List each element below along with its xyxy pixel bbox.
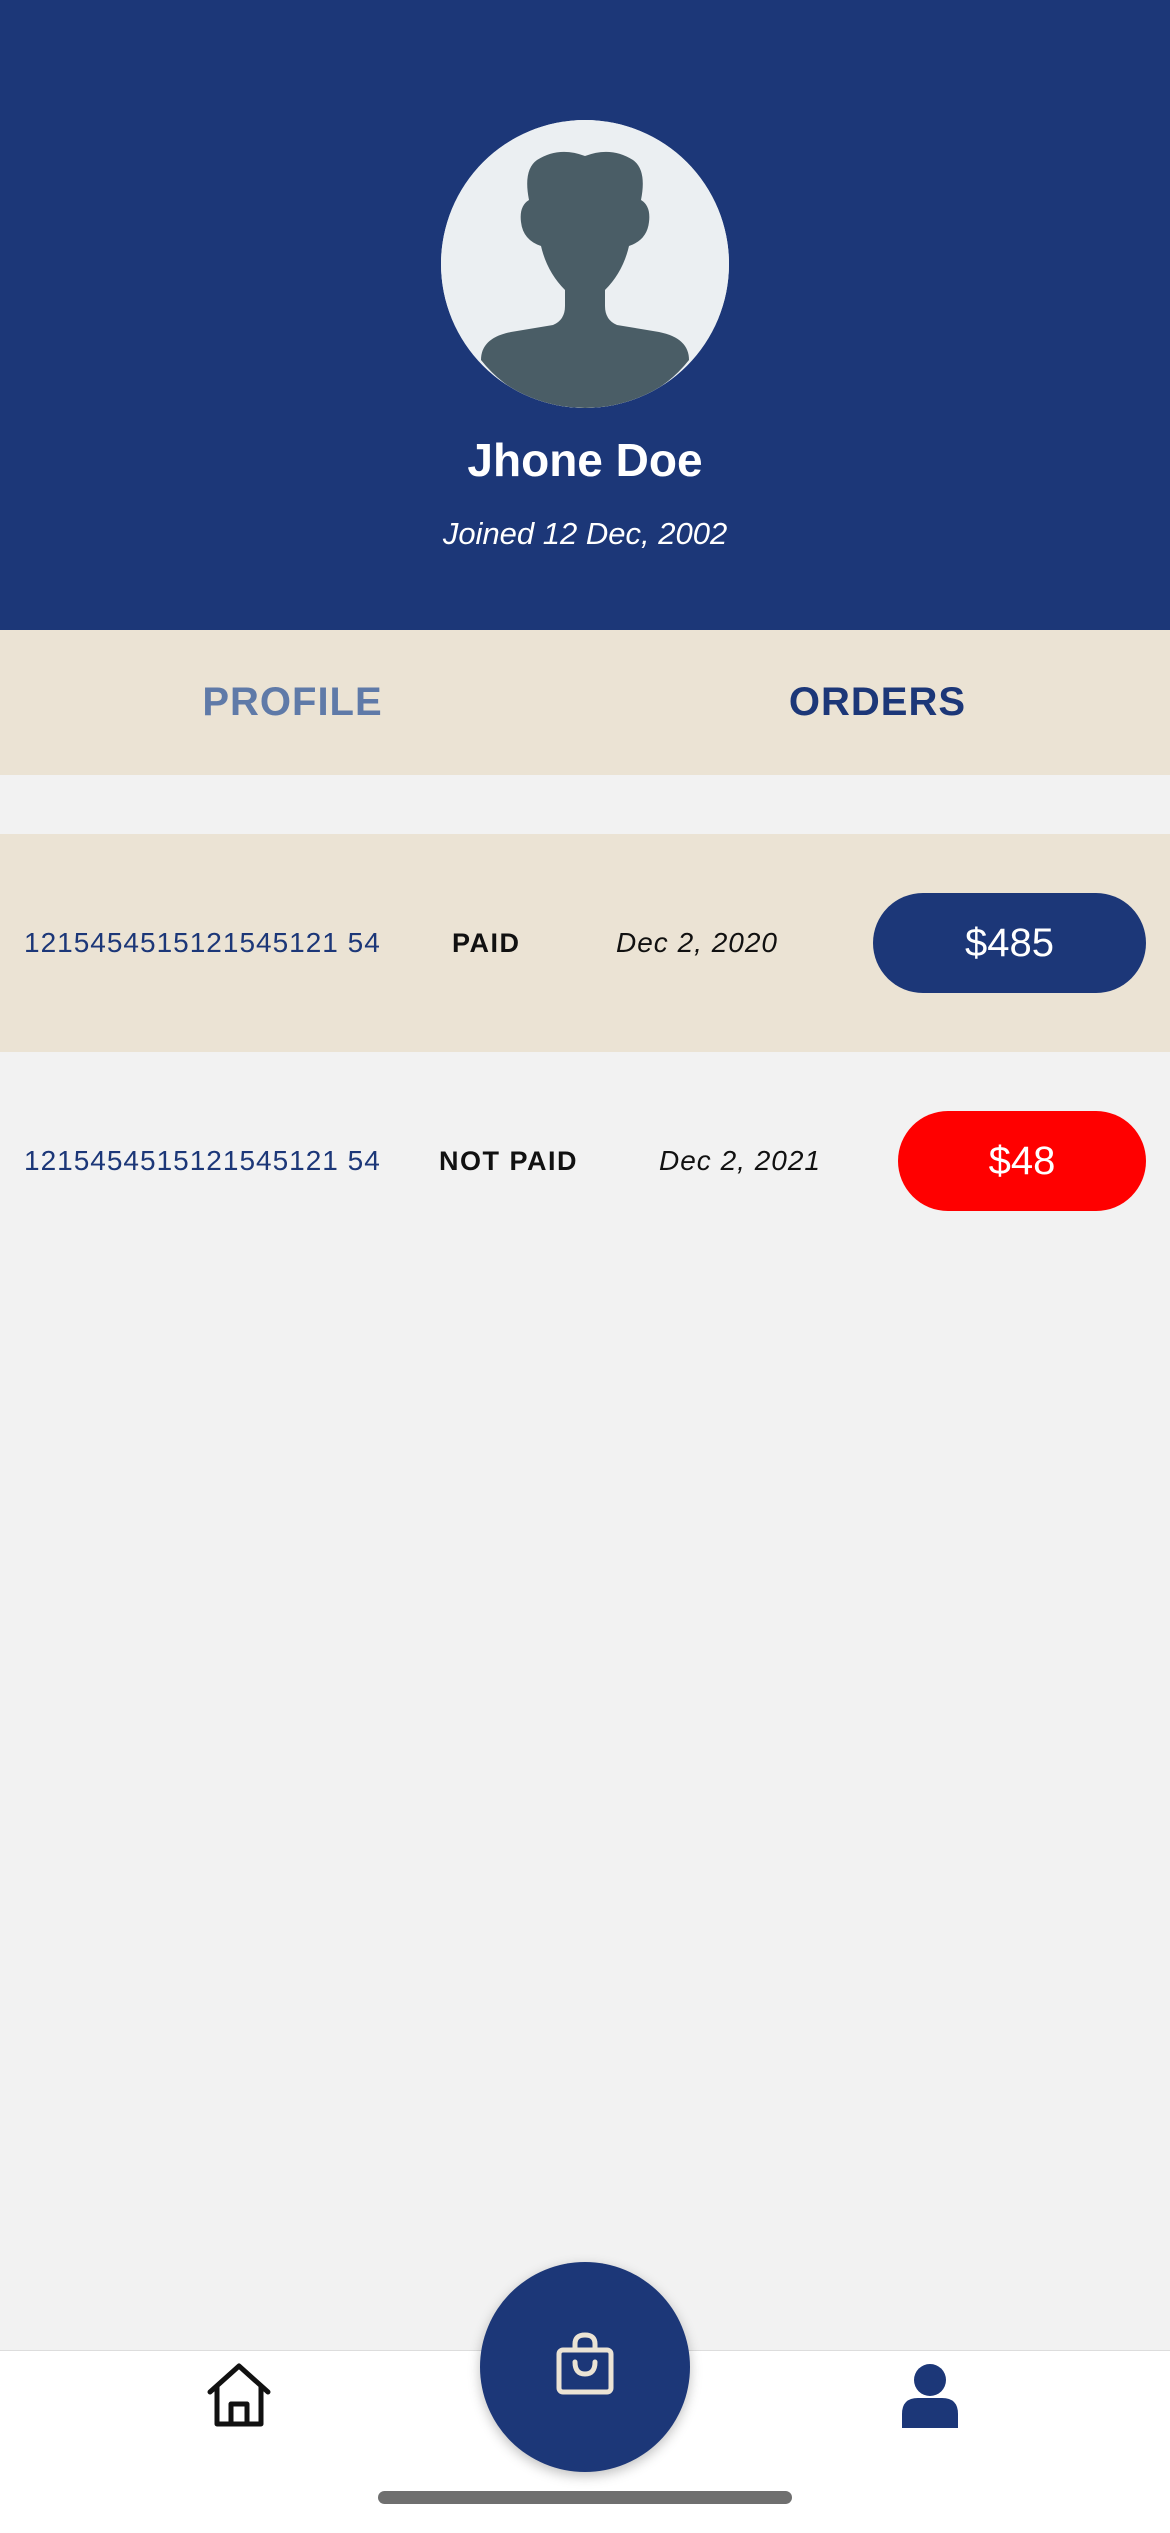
tab-profile[interactable]: PROFILE xyxy=(0,630,585,775)
avatar xyxy=(441,120,729,408)
order-id: 1215454515121545121 54 xyxy=(24,927,381,958)
order-status: NOT PAID xyxy=(439,1146,578,1176)
shopping-bag-icon xyxy=(556,2332,614,2395)
home-icon xyxy=(207,2363,271,2427)
tab-orders[interactable]: ORDERS xyxy=(585,630,1170,775)
order-amount-button[interactable]: $48 xyxy=(898,1111,1146,1211)
order-row[interactable]: 1215454515121545121 54 PAID Dec 2, 2020 … xyxy=(0,834,1170,1052)
joined-date: Joined 12 Dec, 2002 xyxy=(442,516,728,551)
order-row[interactable]: 1215454515121545121 54 NOT PAID Dec 2, 2… xyxy=(0,1052,1170,1270)
nav-profile-button[interactable] xyxy=(900,2362,960,2428)
order-status: PAID xyxy=(452,928,521,958)
order-id: 1215454515121545121 54 xyxy=(24,1145,381,1176)
user-name: Jhone Doe xyxy=(467,434,703,486)
nav-home-button[interactable] xyxy=(206,2362,272,2428)
order-date: Dec 2, 2020 xyxy=(616,927,778,958)
home-indicator xyxy=(378,2491,792,2504)
profile-header: Jhone Doe Joined 12 Dec, 2002 xyxy=(0,0,1170,630)
order-amount-button[interactable]: $485 xyxy=(873,893,1146,993)
nav-cart-button[interactable] xyxy=(480,2262,690,2472)
user-icon xyxy=(902,2364,958,2428)
orders-list: 1215454515121545121 54 PAID Dec 2, 2020 … xyxy=(0,834,1170,1270)
order-date: Dec 2, 2021 xyxy=(659,1145,821,1176)
tab-bar: PROFILE ORDERS xyxy=(0,630,1170,775)
user-silhouette-icon xyxy=(441,120,729,408)
